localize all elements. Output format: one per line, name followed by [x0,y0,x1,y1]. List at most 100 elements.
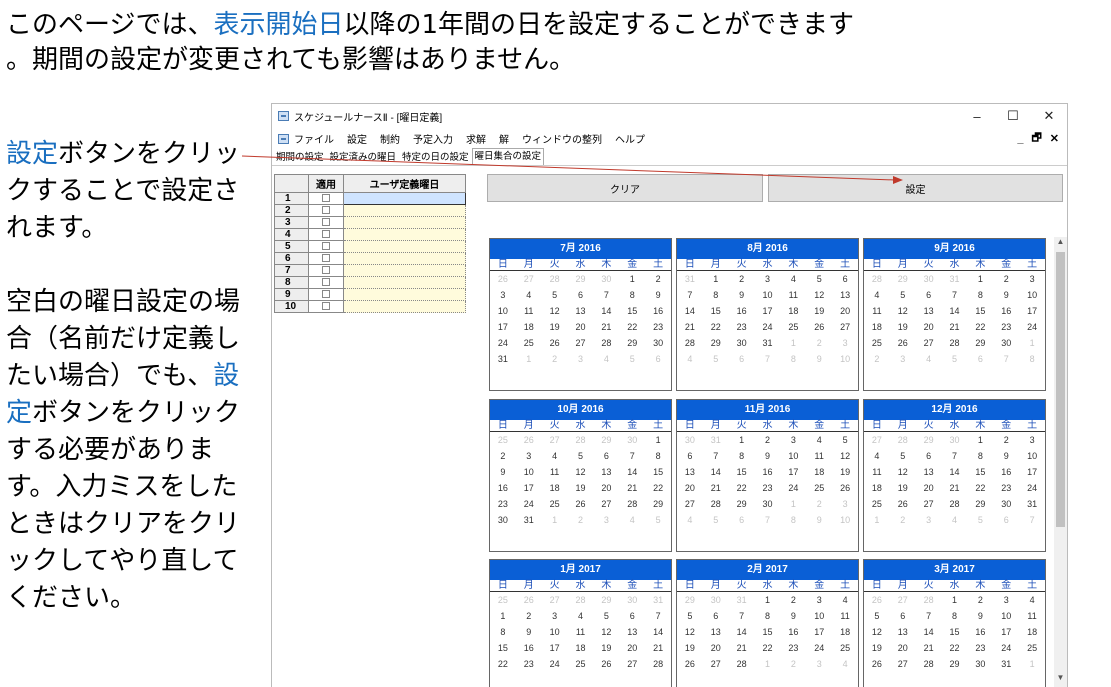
day-cell[interactable]: 4 [516,287,542,303]
day-cell[interactable]: 14 [593,303,619,319]
day-cell[interactable]: 7 [755,512,781,528]
day-cell[interactable]: 21 [703,480,729,496]
checkbox-icon[interactable] [322,302,330,311]
day-cell[interactable]: 1 [1019,656,1045,672]
day-cell[interactable]: 30 [916,271,942,287]
day-cell[interactable]: 16 [967,624,993,640]
apply-checkbox[interactable] [308,192,344,205]
day-cell[interactable]: 1 [942,592,968,608]
day-cell[interactable]: 18 [1019,624,1045,640]
day-cell[interactable]: 31 [755,335,781,351]
menu-constraints[interactable]: 制約 [380,131,400,146]
day-cell[interactable]: 17 [1019,303,1045,319]
day-cell[interactable]: 12 [864,624,890,640]
day-cell[interactable]: 2 [729,271,755,287]
day-cell[interactable]: 7 [942,287,968,303]
day-cell[interactable]: 21 [645,640,671,656]
day-cell[interactable]: 9 [516,624,542,640]
menu-settings[interactable]: 設定 [347,131,367,146]
day-cell[interactable]: 9 [806,351,832,367]
day-cell[interactable]: 6 [619,608,645,624]
day-cell[interactable]: 22 [619,319,645,335]
day-cell[interactable]: 29 [593,432,619,448]
day-cell[interactable]: 24 [516,496,542,512]
day-cell[interactable]: 5 [645,512,671,528]
headline-link-display-start[interactable]: 表示開始日 [213,10,343,40]
day-cell[interactable]: 1 [780,496,806,512]
day-cell[interactable]: 5 [890,287,916,303]
day-cell[interactable]: 21 [942,480,968,496]
day-cell[interactable]: 20 [593,480,619,496]
day-cell[interactable]: 9 [780,608,806,624]
day-cell[interactable]: 25 [490,432,516,448]
day-cell[interactable]: 5 [619,351,645,367]
day-cell[interactable]: 11 [780,287,806,303]
day-cell[interactable]: 23 [516,656,542,672]
day-cell[interactable]: 8 [780,512,806,528]
vertical-scrollbar[interactable]: ▲ ▼ [1054,237,1067,687]
day-cell[interactable]: 30 [619,592,645,608]
day-cell[interactable]: 16 [490,480,516,496]
day-cell[interactable]: 12 [890,303,916,319]
day-cell[interactable]: 3 [993,592,1019,608]
day-cell[interactable]: 15 [755,624,781,640]
day-cell[interactable]: 5 [864,608,890,624]
day-cell[interactable]: 13 [916,464,942,480]
day-cell[interactable]: 28 [568,432,594,448]
day-cell[interactable]: 20 [677,480,703,496]
day-cell[interactable]: 4 [832,592,858,608]
day-cell[interactable]: 29 [619,335,645,351]
day-cell[interactable]: 15 [967,464,993,480]
menu-file[interactable]: ファイル [294,131,334,146]
day-cell[interactable]: 6 [993,512,1019,528]
day-cell[interactable]: 25 [542,496,568,512]
apply-checkbox[interactable] [308,216,344,229]
day-cell[interactable]: 20 [890,640,916,656]
day-cell[interactable]: 14 [645,624,671,640]
day-cell[interactable]: 18 [568,640,594,656]
day-cell[interactable]: 10 [832,512,858,528]
day-cell[interactable]: 6 [729,512,755,528]
side-link-set[interactable]: 設定 [6,139,58,169]
day-cell[interactable]: 16 [516,640,542,656]
day-cell[interactable]: 2 [568,512,594,528]
day-cell[interactable]: 1 [967,432,993,448]
day-cell[interactable]: 28 [619,496,645,512]
day-cell[interactable]: 17 [780,464,806,480]
day-cell[interactable]: 27 [832,319,858,335]
day-cell[interactable]: 29 [729,496,755,512]
day-cell[interactable]: 6 [890,608,916,624]
day-cell[interactable]: 1 [490,608,516,624]
day-cell[interactable]: 6 [677,448,703,464]
day-cell[interactable]: 3 [916,512,942,528]
day-cell[interactable]: 3 [806,592,832,608]
day-cell[interactable]: 14 [942,464,968,480]
user-weekday-cell[interactable] [343,228,466,241]
day-cell[interactable]: 7 [1019,512,1045,528]
day-cell[interactable]: 24 [993,640,1019,656]
day-cell[interactable]: 22 [942,640,968,656]
day-cell[interactable]: 4 [619,512,645,528]
day-cell[interactable]: 11 [864,303,890,319]
apply-checkbox[interactable] [308,300,344,313]
day-cell[interactable]: 18 [542,480,568,496]
day-cell[interactable]: 28 [542,271,568,287]
day-cell[interactable]: 8 [619,287,645,303]
day-cell[interactable]: 23 [729,319,755,335]
day-cell[interactable]: 4 [1019,592,1045,608]
day-cell[interactable]: 18 [864,480,890,496]
tab-period[interactable]: 期間の設定 [273,150,327,165]
day-cell[interactable]: 18 [780,303,806,319]
day-cell[interactable]: 14 [677,303,703,319]
day-cell[interactable]: 10 [1019,448,1045,464]
day-cell[interactable]: 24 [806,640,832,656]
mdi-close-icon[interactable]: ✕ [1050,132,1059,145]
day-cell[interactable]: 1 [780,335,806,351]
day-cell[interactable]: 25 [780,319,806,335]
day-cell[interactable]: 1 [755,656,781,672]
day-cell[interactable]: 31 [703,432,729,448]
day-cell[interactable]: 29 [568,271,594,287]
day-cell[interactable]: 24 [1019,319,1045,335]
day-cell[interactable]: 9 [806,512,832,528]
scroll-thumb[interactable] [1056,252,1065,527]
